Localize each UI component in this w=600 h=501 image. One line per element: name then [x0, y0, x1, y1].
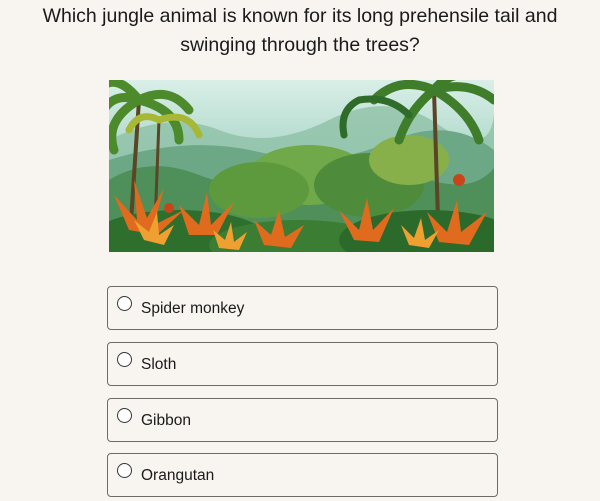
- radio-button[interactable]: [117, 463, 132, 478]
- question-text: Which jungle animal is known for its lon…: [20, 2, 580, 60]
- question-line-2: swinging through the trees?: [180, 34, 420, 56]
- answer-option-gibbon[interactable]: Gibbon: [107, 398, 498, 442]
- option-label: Orangutan: [141, 467, 215, 484]
- question-line-1: Which jungle animal is known for its lon…: [42, 5, 558, 27]
- answer-option-orangutan[interactable]: Orangutan: [107, 453, 498, 497]
- option-label: Spider monkey: [141, 300, 245, 317]
- answer-option-sloth[interactable]: Sloth: [107, 342, 498, 386]
- jungle-scene-svg: [109, 80, 494, 252]
- jungle-illustration: [109, 80, 494, 252]
- radio-button[interactable]: [117, 352, 132, 367]
- answer-option-spider-monkey[interactable]: Spider monkey: [107, 286, 498, 330]
- option-label: Gibbon: [141, 412, 191, 429]
- radio-button[interactable]: [117, 296, 132, 311]
- option-label: Sloth: [141, 356, 177, 373]
- radio-button[interactable]: [117, 408, 132, 423]
